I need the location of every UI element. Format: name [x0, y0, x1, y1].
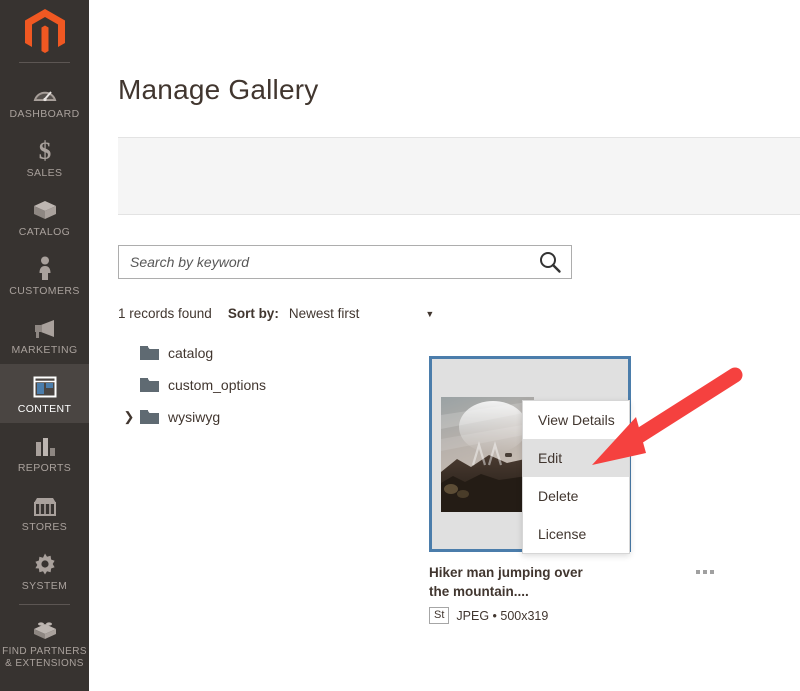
chevron-right-icon[interactable]: ❯	[118, 409, 140, 425]
magento-admin-gallery-page: DASHBOARD $ SALES CATALOG CUSTOMERS MARK…	[0, 0, 800, 691]
sidebar-item-label: DASHBOARD	[9, 108, 80, 120]
storefront-icon	[32, 491, 58, 517]
menu-item-delete[interactable]: Delete	[523, 477, 629, 515]
tree-item-label: wysiwyg	[168, 409, 221, 425]
asset-thumbnail[interactable]	[441, 397, 534, 512]
sidebar-item-catalog[interactable]: CATALOG	[0, 187, 89, 246]
asset-caption: Hiker man jumping over the mountain.... …	[429, 563, 714, 624]
tree-item-label: catalog	[168, 345, 214, 361]
tree-item-catalog[interactable]: catalog	[118, 337, 418, 369]
bar-chart-icon	[33, 432, 57, 458]
sidebar-item-label: REPORTS	[17, 462, 72, 474]
sidebar-item-label: CUSTOMERS	[9, 285, 80, 297]
asset-title: Hiker man jumping over the mountain....	[429, 565, 583, 599]
sort-by-select[interactable]: Newest first	[289, 306, 360, 321]
menu-item-edit[interactable]: Edit	[523, 439, 629, 477]
search-button[interactable]	[529, 246, 571, 278]
main-content: Manage Gallery 1 records found Sort by: …	[89, 0, 800, 691]
asset-meta-row: St JPEG • 500x319	[429, 607, 639, 624]
sidebar-item-reports[interactable]: REPORTS	[0, 423, 89, 482]
asset-context-menu[interactable]: View Details Edit Delete License	[522, 400, 630, 554]
tree-item-custom-options[interactable]: custom_options	[118, 369, 418, 401]
megaphone-icon	[32, 314, 58, 340]
menu-item-license[interactable]: License	[523, 515, 629, 553]
status-badge: St	[429, 607, 450, 624]
search-icon	[540, 252, 561, 273]
sidebar-item-label-2: & EXTENSIONS	[5, 657, 84, 669]
sidebar-item-stores[interactable]: STORES	[0, 482, 89, 541]
sidebar-item-customers[interactable]: CUSTOMERS	[0, 246, 89, 305]
gear-icon	[33, 550, 57, 576]
admin-sidebar: DASHBOARD $ SALES CATALOG CUSTOMERS MARK…	[0, 0, 89, 691]
sidebar-item-marketing[interactable]: MARKETING	[0, 305, 89, 364]
sort-by-label: Sort by:	[227, 306, 279, 321]
folder-icon	[140, 345, 159, 361]
sidebar-item-content[interactable]: CONTENT	[0, 364, 89, 423]
sidebar-divider-top	[19, 62, 70, 63]
sidebar-item-label: CATALOG	[18, 226, 71, 238]
magento-logo-icon	[24, 9, 65, 53]
sidebar-item-dashboard[interactable]: DASHBOARD	[0, 69, 89, 128]
sidebar-item-sales[interactable]: $ SALES	[0, 128, 89, 187]
magento-logo[interactable]	[0, 0, 89, 62]
records-found-count: 1 records found	[118, 306, 212, 321]
sidebar-item-label: SYSTEM	[21, 580, 68, 592]
asset-meta-text: JPEG • 500x319	[456, 608, 549, 623]
folder-icon	[140, 377, 159, 393]
box-icon	[32, 196, 58, 222]
sidebar-divider-bottom	[19, 604, 70, 605]
sidebar-item-find-partners-extensions[interactable]: FIND PARTNERS & EXTENSIONS	[0, 607, 89, 677]
sidebar-item-label: SALES	[26, 167, 63, 179]
svg-text:$: $	[38, 138, 51, 163]
sidebar-item-label: FIND PARTNERS	[2, 646, 87, 657]
dashboard-gauge-icon	[32, 78, 58, 104]
sidebar-item-label: STORES	[21, 521, 68, 533]
person-icon	[36, 255, 54, 281]
three-dots-icon[interactable]	[696, 570, 714, 574]
search-input[interactable]	[119, 246, 529, 278]
search-bar[interactable]	[118, 245, 572, 279]
sidebar-item-system[interactable]: SYSTEM	[0, 541, 89, 600]
page-title: Manage Gallery	[118, 74, 319, 105]
folder-tree: catalog custom_options ❯ wysiwyg	[118, 337, 418, 433]
tree-item-label: custom_options	[168, 377, 267, 393]
sidebar-item-label: CONTENT	[17, 403, 72, 415]
folder-icon	[140, 409, 159, 425]
hiker-mountain-photo	[441, 397, 534, 512]
lego-brick-icon	[32, 616, 58, 642]
chevron-down-icon[interactable]: ▼	[425, 309, 434, 319]
layout-panel-icon	[33, 373, 57, 399]
dollar-sign-icon: $	[35, 137, 55, 163]
page-actions-toolbar	[118, 137, 800, 215]
tree-item-wysiwyg[interactable]: ❯ wysiwyg	[118, 401, 418, 433]
results-summary-bar: 1 records found Sort by: Newest first ▼	[118, 306, 434, 321]
menu-item-view-details[interactable]: View Details	[523, 401, 629, 439]
sidebar-item-label: MARKETING	[11, 344, 78, 356]
